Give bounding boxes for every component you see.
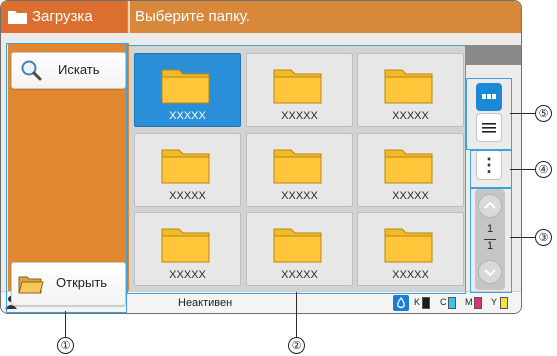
callout-line-1 <box>65 311 66 338</box>
ink-y-label: Y <box>491 297 498 307</box>
callout-bracket-4 <box>470 150 512 188</box>
header-bar: Загрузка Выберите папку. <box>1 1 521 33</box>
callout-number-2: ② <box>288 337 305 354</box>
callout-line-3 <box>510 237 535 238</box>
callout-number-3: ③ <box>535 229 552 246</box>
ink-y-level <box>500 297 508 309</box>
ink-k-level <box>422 297 430 309</box>
ink-c-label: C <box>440 297 447 307</box>
callout-number-5: ⑤ <box>535 105 552 122</box>
ink-c-level <box>448 297 456 309</box>
callout-bracket-5 <box>466 78 512 150</box>
ink-drop-icon <box>393 295 409 311</box>
page-title: Загрузка <box>32 8 93 25</box>
header-message: Выберите папку. <box>135 8 250 25</box>
callout-bracket-1 <box>6 43 127 313</box>
callout-line-5 <box>510 113 535 114</box>
ink-levels: K C M Y <box>393 295 517 311</box>
header-substrip <box>465 45 521 65</box>
callout-number-1: ① <box>57 337 74 354</box>
callout-line-2 <box>296 292 297 338</box>
callout-number-4: ④ <box>535 161 552 178</box>
ink-m-level <box>474 297 482 309</box>
callout-bracket-2 <box>127 45 466 294</box>
callout-bracket-3 <box>470 188 512 293</box>
status-text: Неактивен <box>178 297 233 309</box>
header-divider <box>128 1 130 33</box>
header-title-tab: Загрузка <box>1 1 127 33</box>
ink-m-label: M <box>465 297 473 307</box>
callout-line-4 <box>510 169 535 170</box>
folder-icon <box>8 11 27 24</box>
ink-k-label: K <box>414 297 421 307</box>
